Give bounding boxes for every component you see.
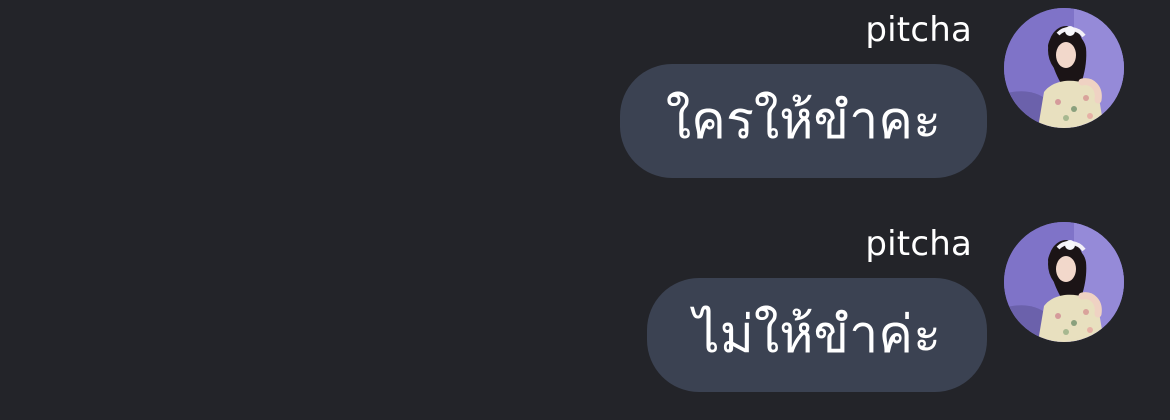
chat-thread: pitcha ใครให้ขำคะ pitcha ไม่ให้ขำค่ะ [0,0,1170,392]
message-row: pitcha ใครให้ขำคะ [0,6,1170,206]
message-text: ไม่ให้ขำค่ะ [693,305,941,365]
profile-avatar[interactable] [1004,8,1124,128]
message-bubble[interactable]: ใครให้ขำคะ [619,64,987,178]
sender-name: pitcha [865,224,972,264]
profile-avatar[interactable] [1004,222,1124,342]
avatar-photo-icon [1004,8,1124,128]
avatar-photo-icon [1004,222,1124,342]
message-text: ใครให้ขำคะ [665,91,941,151]
message-bubble[interactable]: ไม่ให้ขำค่ะ [647,278,987,392]
sender-name: pitcha [865,10,972,50]
message-row: pitcha ไม่ให้ขำค่ะ [0,220,1170,420]
